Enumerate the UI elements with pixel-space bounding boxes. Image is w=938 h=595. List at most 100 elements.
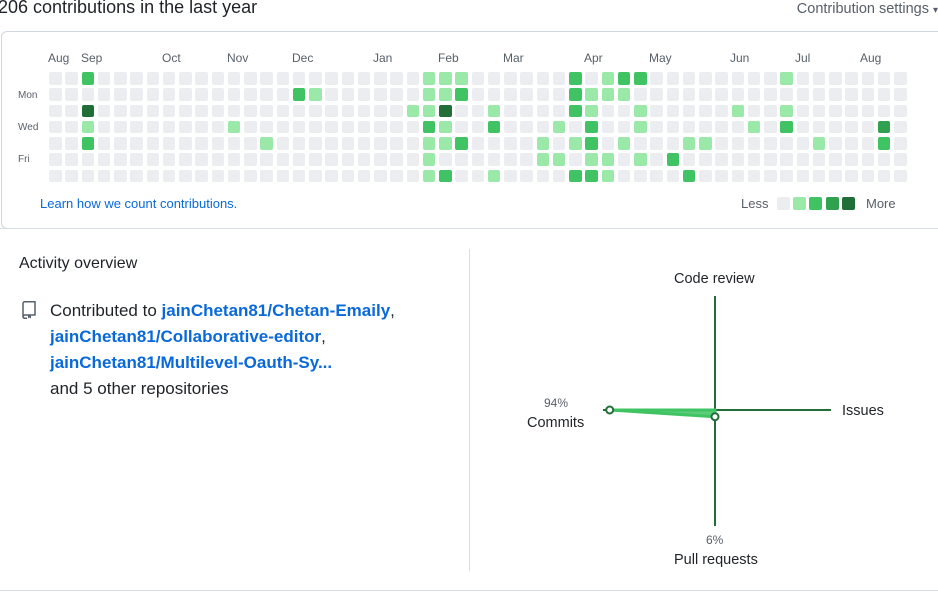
contribution-day-cell[interactable] (634, 137, 647, 150)
contribution-day-cell[interactable] (829, 137, 842, 150)
contribution-day-cell[interactable] (292, 137, 306, 150)
contribution-day-cell[interactable] (276, 169, 289, 182)
contribution-day-cell[interactable] (211, 88, 224, 101)
contribution-day-cell[interactable] (146, 169, 159, 182)
contribution-day-cell[interactable] (682, 88, 696, 101)
contribution-day-cell[interactable] (162, 72, 176, 85)
contribution-day-cell[interactable] (195, 153, 208, 166)
contribution-day-cell[interactable] (699, 137, 712, 150)
contribution-day-cell[interactable] (601, 153, 614, 166)
contribution-day-cell[interactable] (211, 153, 224, 166)
learn-how-we-count-link[interactable]: Learn how we count contributions. (40, 196, 237, 211)
contribution-day-cell[interactable] (520, 88, 533, 101)
contribution-day-cell[interactable] (341, 169, 354, 182)
contribution-day-cell[interactable] (244, 120, 257, 134)
contribution-day-cell[interactable] (747, 169, 761, 182)
contribution-day-cell[interactable] (195, 120, 208, 134)
contribution-day-cell[interactable] (179, 88, 192, 101)
contribution-day-cell[interactable] (455, 88, 468, 101)
contribution-day-cell[interactable] (406, 169, 419, 182)
contribution-day-cell[interactable] (227, 169, 241, 182)
contribution-day-cell[interactable] (601, 169, 614, 182)
contribution-day-cell[interactable] (796, 88, 809, 101)
contribution-day-cell[interactable] (162, 88, 176, 101)
contribution-day-cell[interactable] (536, 120, 549, 134)
contribution-day-cell[interactable] (244, 104, 257, 117)
contribution-day-cell[interactable] (731, 120, 744, 134)
contribution-day-cell[interactable] (292, 120, 306, 134)
contribution-day-cell[interactable] (894, 169, 907, 182)
contribution-day-cell[interactable] (666, 104, 679, 117)
contribution-day-cell[interactable] (812, 169, 826, 182)
contribution-day-cell[interactable] (796, 137, 809, 150)
contribution-day-cell[interactable] (552, 169, 566, 182)
contribution-day-cell[interactable] (195, 104, 208, 117)
contribution-day-cell[interactable] (276, 137, 289, 150)
contribution-day-cell[interactable] (65, 120, 78, 134)
contribution-day-cell[interactable] (666, 137, 679, 150)
contribution-day-cell[interactable] (374, 120, 387, 134)
contribution-day-cell[interactable] (504, 153, 517, 166)
contribution-day-cell[interactable] (569, 120, 582, 134)
contribution-day-cell[interactable] (520, 169, 533, 182)
contribution-day-cell[interactable] (471, 88, 484, 101)
contribution-day-cell[interactable] (877, 137, 891, 150)
contribution-day-cell[interactable] (114, 120, 127, 134)
contribution-day-cell[interactable] (49, 137, 62, 150)
contribution-day-cell[interactable] (877, 72, 891, 85)
contribution-day-cell[interactable] (390, 120, 403, 134)
contribution-day-cell[interactable] (276, 120, 289, 134)
contribution-day-cell[interactable] (569, 104, 582, 117)
contribution-day-cell[interactable] (699, 120, 712, 134)
contribution-day-cell[interactable] (536, 153, 549, 166)
contribution-day-cell[interactable] (569, 137, 582, 150)
contribution-day-cell[interactable] (130, 88, 143, 101)
contribution-day-cell[interactable] (747, 153, 761, 166)
contribution-day-cell[interactable] (796, 120, 809, 134)
contribution-day-cell[interactable] (244, 88, 257, 101)
contribution-day-cell[interactable] (487, 72, 501, 85)
contribution-day-cell[interactable] (81, 88, 94, 101)
contribution-day-cell[interactable] (796, 153, 809, 166)
contribution-day-cell[interactable] (130, 153, 143, 166)
contribution-day-cell[interactable] (585, 72, 598, 85)
contribution-day-cell[interactable] (357, 169, 371, 182)
contribution-day-cell[interactable] (617, 153, 631, 166)
contribution-day-cell[interactable] (292, 153, 306, 166)
contribution-day-cell[interactable] (682, 169, 696, 182)
contribution-day-cell[interactable] (341, 72, 354, 85)
contribution-day-cell[interactable] (650, 169, 663, 182)
contribution-day-cell[interactable] (634, 153, 647, 166)
contribution-day-cell[interactable] (325, 104, 338, 117)
contribution-day-cell[interactable] (487, 104, 501, 117)
contribution-day-cell[interactable] (455, 72, 468, 85)
contribution-day-cell[interactable] (877, 153, 891, 166)
contribution-day-cell[interactable] (309, 88, 322, 101)
contribution-day-cell[interactable] (812, 120, 826, 134)
contribution-day-cell[interactable] (81, 137, 94, 150)
contribution-day-cell[interactable] (439, 104, 452, 117)
contribution-day-cell[interactable] (309, 72, 322, 85)
contribution-day-cell[interactable] (97, 88, 111, 101)
contribution-day-cell[interactable] (97, 120, 111, 134)
contribution-day-cell[interactable] (747, 88, 761, 101)
contribution-day-cell[interactable] (812, 88, 826, 101)
contribution-day-cell[interactable] (422, 72, 436, 85)
contribution-day-cell[interactable] (114, 88, 127, 101)
contribution-day-cell[interactable] (130, 120, 143, 134)
contribution-day-cell[interactable] (260, 169, 273, 182)
contribution-day-cell[interactable] (146, 104, 159, 117)
contribution-day-cell[interactable] (439, 169, 452, 182)
contribution-day-cell[interactable] (715, 88, 728, 101)
contribution-day-cell[interactable] (829, 88, 842, 101)
contribution-day-cell[interactable] (325, 153, 338, 166)
contribution-day-cell[interactable] (520, 153, 533, 166)
contribution-day-cell[interactable] (357, 153, 371, 166)
contribution-day-cell[interactable] (731, 72, 744, 85)
contribution-day-cell[interactable] (195, 72, 208, 85)
contribution-day-cell[interactable] (682, 72, 696, 85)
contribution-day-cell[interactable] (877, 120, 891, 134)
contribution-day-cell[interactable] (569, 153, 582, 166)
contribution-day-cell[interactable] (552, 88, 566, 101)
contribution-day-cell[interactable] (812, 137, 826, 150)
